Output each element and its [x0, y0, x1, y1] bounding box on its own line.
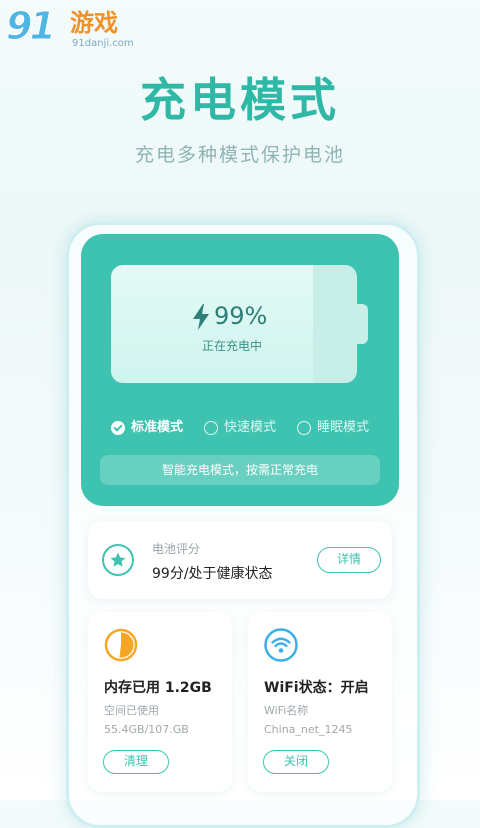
watermark-text: 游戏	[70, 9, 118, 37]
page-title: 充电模式	[140, 73, 340, 127]
memory-used: 内存已用 1.2GB	[104, 680, 212, 696]
pie-chart-icon	[104, 628, 138, 662]
wifi-status: WiFi状态：开启	[264, 680, 369, 696]
mode-option-sleep[interactable]: 睡眠模式	[297, 418, 369, 438]
storage-label: 空间已使用	[104, 704, 159, 717]
star-icon	[102, 544, 134, 576]
watermark-number: 91	[6, 4, 57, 49]
wifi-name-label: WiFi名称	[264, 704, 309, 717]
radio-unchecked-icon[interactable]	[297, 421, 311, 435]
battery-percentage: 99%	[214, 302, 268, 330]
charging-status: 正在充电中	[202, 339, 263, 353]
clean-button[interactable]: 清理	[103, 750, 169, 774]
details-button[interactable]: 详情	[317, 547, 381, 573]
score-value: 99分/处于健康状态	[152, 566, 273, 582]
radio-unchecked-icon[interactable]	[204, 421, 218, 435]
mode-option-standard[interactable]: 标准模式	[111, 418, 183, 438]
watermark-logo: 91 游戏 91danji.com	[6, 4, 138, 52]
radio-checked-icon[interactable]	[111, 421, 125, 435]
storage-value: 55.4GB/107.GB	[104, 723, 189, 736]
wifi-name-value: China_net_1245	[264, 723, 353, 736]
mode-label: 快速模式	[224, 420, 277, 435]
mode-option-fast[interactable]: 快速模式	[204, 418, 276, 438]
mode-label: 睡眠模式	[317, 420, 370, 435]
page-subtitle: 充电多种模式保护电池	[134, 144, 345, 166]
watermark-url: 91danji.com	[72, 38, 134, 49]
mode-description: 智能充电模式，按需正常充电	[100, 455, 380, 485]
mode-label: 标准模式	[131, 420, 184, 435]
lightning-bolt-icon	[193, 304, 209, 330]
wifi-icon	[264, 628, 298, 662]
wifi-off-button[interactable]: 关闭	[263, 750, 329, 774]
score-label: 电池评分	[152, 542, 201, 556]
battery-terminal	[356, 304, 368, 344]
